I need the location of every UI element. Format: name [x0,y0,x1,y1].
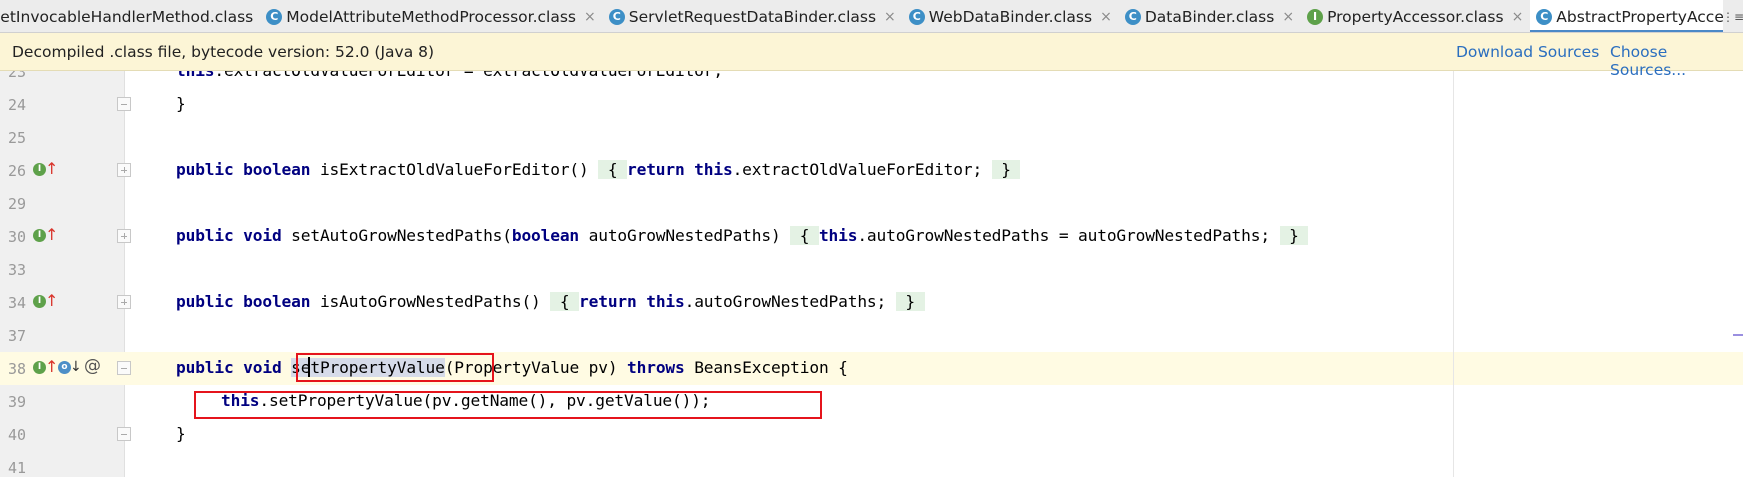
class-icon: C [1536,8,1553,25]
code-line: 40 } [0,418,1743,451]
close-icon[interactable]: × [584,9,596,25]
line-number: 40 [7,426,26,444]
line-number: 33 [7,261,26,279]
overridden-down-arrow-icon[interactable]: ↓ [70,359,82,375]
code-line: 41 [0,451,1743,477]
tab-data-binder[interactable]: C DataBinder.class × [1119,0,1301,32]
code-line: 33 [0,253,1743,286]
decompiled-notice-bar: Decompiled .class file, bytecode version… [0,33,1743,79]
editor-tab-bar: letInvocableHandlerMethod.class C ModelA… [0,0,1743,33]
code-line: 25 [0,121,1743,154]
override-up-arrow-icon[interactable]: ↑ [45,161,58,181]
code-line: 34 public boolean isAutoGrowNestedPaths(… [0,286,1743,319]
close-icon[interactable]: × [884,9,896,25]
tab-label: PropertyAccessor.class [1327,7,1504,26]
code-text: } [176,94,186,113]
download-sources-link[interactable]: Download Sources [1456,43,1599,61]
tab-label: WebDataBinder.class [928,7,1093,26]
tab-servlet-request-data-binder[interactable]: C ServletRequestDataBinder.class × [603,0,903,32]
line-number: 41 [7,459,26,477]
close-icon[interactable]: × [1512,9,1524,25]
line-number: 39 [7,393,26,411]
override-up-arrow-icon[interactable]: ↑ [45,359,58,379]
class-icon: C [608,8,625,25]
code-text: } [176,424,186,443]
line-number: 23 [7,71,26,81]
tab-property-accessor[interactable]: I PropertyAccessor.class × [1301,0,1530,32]
class-icon: C [1124,8,1141,25]
code-text: public void setAutoGrowNestedPaths(boole… [176,226,1309,245]
code-line: 30 public void setAutoGrowNestedPaths(bo… [0,220,1743,253]
code-text: public void setPropertyValue(PropertyVal… [176,358,848,377]
tab-servlet-invocable-handler-method[interactable]: letInvocableHandlerMethod.class [0,0,260,32]
right-margin-guide [1453,71,1454,477]
code-text: public boolean isExtractOldValueForEdito… [176,160,1021,179]
code-line: 26 public boolean isExtractOldValueForEd… [0,154,1743,187]
scrollbar-marker[interactable] [1733,334,1743,336]
highlight-box-method-body [194,391,822,419]
tab-label: ModelAttributeMethodProcessor.class [286,7,576,26]
class-icon: C [908,8,925,25]
tab-overflow-menu-icon[interactable]: ⋮≡ [1722,0,1743,32]
code-text: this.extractOldValueForEditor = extractO… [176,71,723,80]
line-number: 34 [7,294,26,312]
tab-model-attribute-method-processor[interactable]: C ModelAttributeMethodProcessor.class × [260,0,602,32]
code-line: 23 this.extractOldValueForEditor = extra… [0,71,1743,88]
line-number: 29 [7,195,26,213]
annotation-icon[interactable]: @ [84,356,101,376]
line-number: 37 [7,327,26,345]
tab-label: ServletRequestDataBinder.class [628,7,877,26]
fold-expand-icon[interactable] [117,295,131,309]
tab-web-data-binder[interactable]: C WebDataBinder.class × [903,0,1119,32]
tab-label: DataBinder.class [1144,7,1275,26]
line-number: 38 [7,360,26,378]
line-number: 26 [7,162,26,180]
line-number: 25 [7,129,26,147]
decompiled-notice-text: Decompiled .class file, bytecode version… [12,42,435,61]
tab-label: letInvocableHandlerMethod.class [0,7,254,26]
highlight-box-method-name [296,353,494,382]
class-icon: C [266,8,283,25]
fold-expand-icon[interactable] [117,163,131,177]
line-number: 30 [7,228,26,246]
override-up-arrow-icon[interactable]: ↑ [45,293,58,313]
tab-label: AbstractPropertyAccessor.class [1556,7,1743,26]
fold-collapse-icon[interactable] [117,361,131,375]
line-number: 24 [7,96,26,114]
tab-abstract-property-accessor[interactable]: C AbstractPropertyAccessor.class [1530,0,1743,32]
code-line: 29 [0,187,1743,220]
fold-end-icon[interactable] [117,427,131,441]
code-line-current: 38 public void setPropertyValue(Property… [0,352,1743,385]
fold-end-icon[interactable] [117,97,131,111]
interface-icon: I [1307,8,1324,25]
fold-expand-icon[interactable] [117,229,131,243]
code-line: 24 } [0,88,1743,121]
code-text: public boolean isAutoGrowNestedPaths() {… [176,292,925,311]
override-up-arrow-icon[interactable]: ↑ [45,227,58,247]
close-icon[interactable]: × [1282,9,1294,25]
close-icon[interactable]: × [1100,9,1112,25]
code-line: 37 [0,319,1743,352]
